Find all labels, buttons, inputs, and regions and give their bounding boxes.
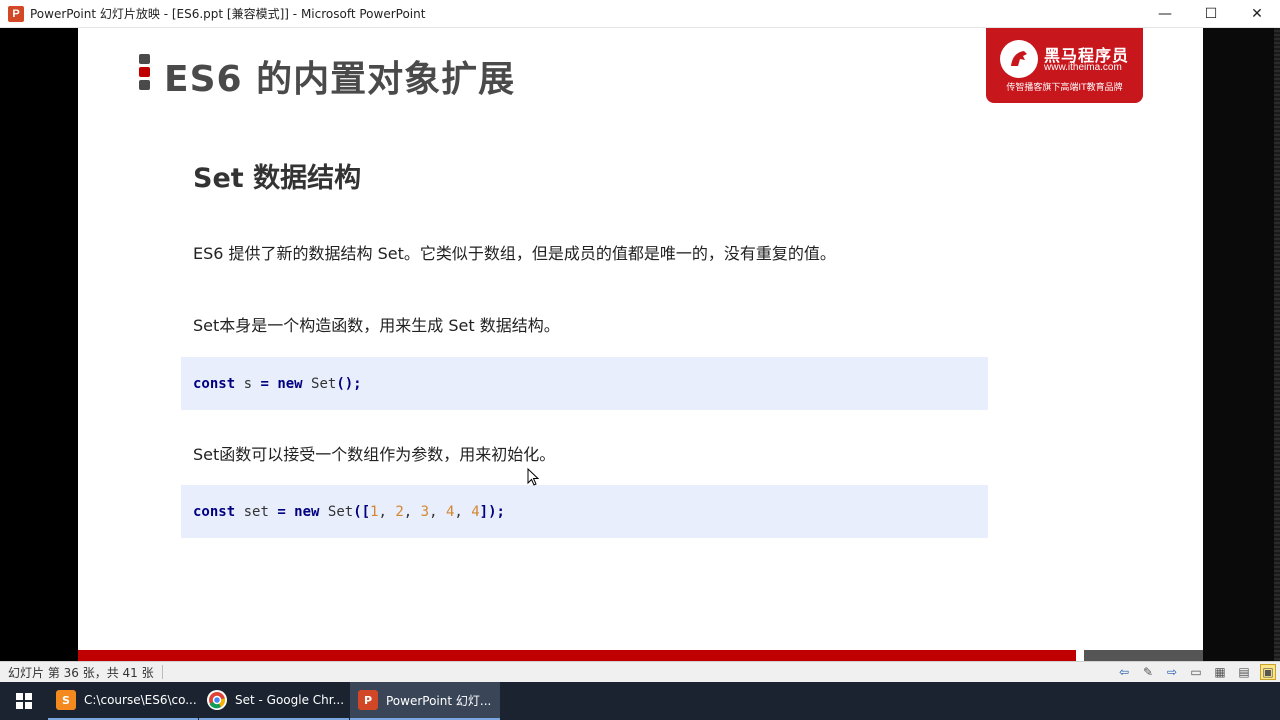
slide-title: ES6 的内置对象扩展 <box>164 59 516 100</box>
taskbar-item-label: PowerPoint 幻灯... <box>386 693 492 708</box>
code-variable: set <box>235 503 278 520</box>
logo-url: www.itheima.com <box>1044 62 1122 73</box>
previous-slide-icon[interactable]: ⇦ <box>1116 664 1132 680</box>
code-separator: , <box>429 503 446 520</box>
slideshow-stage: ES6 的内置对象扩展 黑马程序员 www.itheima.com 传智播客旗下… <box>0 28 1280 661</box>
paragraph-set-constructor: Set本身是一个构造函数，用来生成 Set 数据结构。 <box>193 316 560 335</box>
code-keyword: const <box>193 503 236 520</box>
window-controls: — ☐ ✕ <box>1142 0 1280 28</box>
status-bar: 幻灯片 第 36 张，共 41 张 ⇦ ✎ ⇨ ▭ ▦ ▤ ▣ <box>0 661 1280 682</box>
normal-view-icon[interactable]: ▭ <box>1188 664 1204 680</box>
slide-canvas[interactable]: ES6 的内置对象扩展 黑马程序员 www.itheima.com 传智播客旗下… <box>78 28 1203 661</box>
code-punctuation: (); <box>336 375 362 392</box>
footer-gray-bar <box>1084 650 1203 661</box>
title-marker-icon <box>139 54 151 93</box>
powerpoint-app-icon: P <box>8 5 24 22</box>
close-button[interactable]: ✕ <box>1234 0 1280 28</box>
paragraph-set-array-init: Set函数可以接受一个数组作为参数，用来初始化。 <box>193 445 556 464</box>
code-variable: s <box>235 375 261 392</box>
sublime-text-icon: S <box>56 690 76 710</box>
code-keyword: const <box>193 375 236 392</box>
code-block-new-set: const s = new Set (); <box>181 357 988 410</box>
powerpoint-icon: P <box>358 690 378 710</box>
slide-count: 幻灯片 第 36 张，共 41 张 <box>8 665 154 680</box>
code-keyword: new <box>268 375 303 392</box>
footer-accent-bar <box>78 650 1076 661</box>
taskbar-item-label: Set - Google Chr... <box>235 693 345 707</box>
code-function: Set <box>302 375 337 392</box>
status-divider <box>161 665 163 679</box>
itheima-logo: 黑马程序员 www.itheima.com 传智播客旗下高端IT教育品牌 <box>986 28 1143 103</box>
code-separator: , <box>403 503 421 520</box>
edge-strip <box>1274 28 1280 661</box>
code-number: 1 <box>370 503 379 520</box>
slide-sorter-view-icon[interactable]: ▦ <box>1212 664 1228 680</box>
code-punctuation: ([ <box>353 503 371 520</box>
code-keyword: new <box>285 503 320 520</box>
minimize-button[interactable]: — <box>1142 0 1188 28</box>
windows-taskbar: S C:\course\ES6\co... Set - Google Chr..… <box>0 682 1280 720</box>
code-operator: = <box>260 375 269 392</box>
paragraph-set-intro: ES6 提供了新的数据结构 Set。它类似于数组，但是成员的值都是唯一的，没有重… <box>193 244 836 263</box>
logo-tagline: 传智播客旗下高端IT教育品牌 <box>1006 83 1123 93</box>
right-margin <box>1203 28 1280 661</box>
taskbar-item-sublime[interactable]: S C:\course\ES6\co... <box>48 682 198 720</box>
code-number: 3 <box>420 503 430 520</box>
maximize-button[interactable]: ☐ <box>1188 0 1234 28</box>
reading-view-icon[interactable]: ▤ <box>1236 664 1252 680</box>
taskbar-item-chrome[interactable]: Set - Google Chr... <box>199 682 349 720</box>
code-separator: , <box>454 503 472 520</box>
status-icons: ⇦ ✎ ⇨ ▭ ▦ ▤ ▣ <box>1116 664 1276 680</box>
code-punctuation: ]); <box>479 503 505 520</box>
notes-icon[interactable]: ✎ <box>1140 664 1156 680</box>
code-number: 2 <box>395 503 404 520</box>
slideshow-view-icon[interactable]: ▣ <box>1260 664 1276 680</box>
taskbar-item-powerpoint[interactable]: P PowerPoint 幻灯... <box>350 682 500 720</box>
code-number: 4 <box>471 503 480 520</box>
windows-start-icon[interactable] <box>0 682 48 720</box>
next-slide-icon[interactable]: ⇨ <box>1164 664 1180 680</box>
code-block-set-array: const set = new Set([1, 2, 3, 4, 4]); <box>181 485 988 538</box>
code-number: 4 <box>445 503 455 520</box>
chrome-icon <box>207 690 227 710</box>
taskbar-item-label: C:\course\ES6\co... <box>84 693 197 707</box>
window-titlebar: P PowerPoint 幻灯片放映 - [ES6.ppt [兼容模式]] - … <box>0 0 1280 28</box>
code-separator: , <box>378 503 396 520</box>
code-operator: = <box>277 503 286 520</box>
horse-logo-icon <box>1000 40 1038 78</box>
code-function: Set <box>319 503 354 520</box>
section-title: Set 数据结构 <box>193 163 362 194</box>
window-title: PowerPoint 幻灯片放映 - [ES6.ppt [兼容模式]] - Mi… <box>30 7 426 21</box>
